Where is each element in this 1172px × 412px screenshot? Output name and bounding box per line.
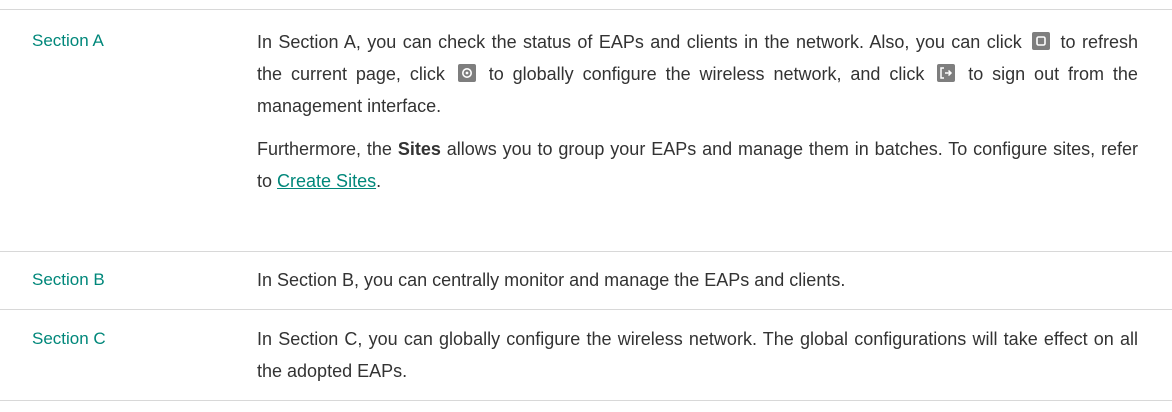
sign-out-icon bbox=[937, 64, 956, 82]
section-a-label: Section A bbox=[32, 31, 104, 50]
section-a-description: In Section A, you can check the status o… bbox=[257, 26, 1138, 197]
section-a-paragraph-1: In Section A, you can check the status o… bbox=[257, 32, 1138, 116]
table-row-section-b: Section B In Section B, you can centrall… bbox=[0, 251, 1172, 309]
section-a-paragraph-2: Furthermore, the Sites allows you to gro… bbox=[257, 139, 1138, 191]
settings-icon bbox=[457, 64, 476, 82]
sites-term: Sites bbox=[397, 139, 441, 159]
section-table: Section A In Section A, you can check th… bbox=[0, 9, 1172, 401]
create-sites-link[interactable]: Create Sites bbox=[277, 171, 376, 191]
section-c-label: Section C bbox=[32, 329, 106, 348]
section-b-description: In Section B, you can centrally monitor … bbox=[257, 270, 846, 290]
section-c-description: In Section C, you can globally configure… bbox=[257, 329, 1138, 381]
refresh-icon bbox=[1032, 32, 1051, 50]
table-row-section-c: Section C In Section C, you can globally… bbox=[0, 309, 1172, 401]
section-b-label: Section B bbox=[32, 270, 105, 289]
table-row-section-a: Section A In Section A, you can check th… bbox=[0, 9, 1172, 251]
